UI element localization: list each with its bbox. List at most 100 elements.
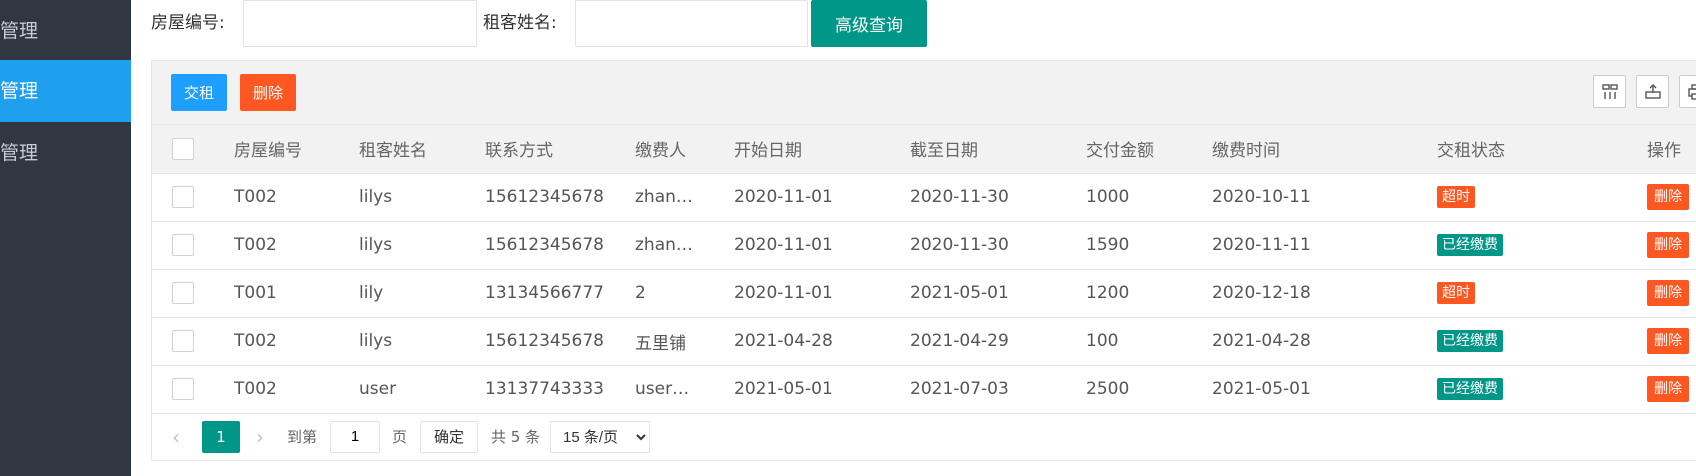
- goto-label: 到第: [287, 428, 318, 446]
- header-start-date[interactable]: 开始日期: [734, 125, 910, 174]
- sidebar-item-label: 息管理: [0, 80, 39, 102]
- delete-selected-button[interactable]: 删除: [240, 74, 296, 111]
- cell-contact: 15612345678: [485, 173, 635, 222]
- house-number-input[interactable]: [243, 0, 477, 47]
- cell-paid-time: 2020-11-11: [1212, 221, 1437, 270]
- row-delete-button[interactable]: 删除: [1647, 280, 1689, 306]
- header-paid-time[interactable]: 缴费时间: [1212, 125, 1437, 174]
- header-contact[interactable]: 联系方式: [485, 125, 635, 174]
- sidebar-item-2-active[interactable]: 息管理: [0, 60, 131, 122]
- row-delete-button[interactable]: 删除: [1647, 184, 1689, 210]
- row-checkbox[interactable]: [172, 186, 194, 208]
- sidebar-item-label: 息管理: [0, 142, 39, 164]
- cell-start-date: 2021-05-01: [734, 365, 910, 414]
- prev-page-icon[interactable]: ‹: [172, 421, 180, 453]
- cell-end-date: 2021-07-03: [910, 365, 1086, 414]
- sidebar-item-1[interactable]: 息管理: [0, 0, 131, 62]
- house-number-label: 房屋编号:: [151, 13, 225, 33]
- cell-payer: 2: [635, 269, 734, 318]
- print-icon[interactable]: [1679, 75, 1696, 108]
- cell-house-number: T002: [234, 221, 359, 270]
- cell-house-number: T002: [234, 365, 359, 414]
- columns-icon[interactable]: [1593, 75, 1626, 108]
- cell-payer: user'…: [635, 365, 734, 414]
- cell-paid-time: 2020-12-18: [1212, 269, 1437, 318]
- header-payer[interactable]: 缴费人: [635, 125, 734, 174]
- table-row[interactable]: T002 lilys 15612345678 zhan… 2020-11-01 2020-…: [152, 221, 1696, 270]
- cell-contact: 13137743333: [485, 365, 635, 414]
- row-delete-button[interactable]: 删除: [1647, 232, 1689, 258]
- next-page-icon[interactable]: ›: [256, 421, 264, 453]
- cell-amount: 100: [1086, 317, 1212, 366]
- table-row[interactable]: T002 user 13137743333 user'… 2021-05-01 2021-…: [152, 365, 1696, 414]
- cell-house-number: T002: [234, 173, 359, 222]
- cell-start-date: 2020-11-01: [734, 221, 910, 270]
- cell-start-date: 2021-04-28: [734, 317, 910, 366]
- sidebar-item-3[interactable]: 息管理: [0, 122, 131, 184]
- page-number-input[interactable]: [330, 421, 380, 453]
- total-count: 共 5 条: [491, 428, 541, 446]
- cell-contact: 15612345678: [485, 317, 635, 366]
- cell-end-date: 2020-11-30: [910, 173, 1086, 222]
- cell-actions: 删除: [1647, 317, 1696, 366]
- header-house-number[interactable]: 房屋编号: [234, 125, 359, 174]
- header-actions: 操作: [1647, 125, 1696, 174]
- export-icon[interactable]: [1636, 75, 1669, 108]
- header-status[interactable]: 交租状态: [1437, 125, 1647, 174]
- table-row[interactable]: T002 lilys 15612345678 五里铺 2021-04-28 2021-04…: [152, 317, 1696, 366]
- tenant-name-label: 租客姓名:: [483, 13, 557, 33]
- cell-amount: 1000: [1086, 173, 1212, 222]
- cell-tenant-name: lilys: [359, 173, 485, 222]
- payer-text: zhan…: [635, 235, 693, 255]
- payer-text: 五里铺: [635, 333, 686, 354]
- sidebar-item-label: 息管理: [0, 20, 39, 42]
- current-page[interactable]: 1: [202, 421, 240, 453]
- header-end-date[interactable]: 截至日期: [910, 125, 1086, 174]
- page-confirm-button[interactable]: 确定: [420, 421, 478, 453]
- table-panel: 交租 删除 房屋编号 租客姓名 联系方式 缴费人 开始日期 截至日期 交付金额 …: [151, 60, 1696, 461]
- select-all-cell: [152, 125, 234, 174]
- cell-tenant-name: lilys: [359, 221, 485, 270]
- rent-table: 房屋编号 租客姓名 联系方式 缴费人 开始日期 截至日期 交付金额 缴费时间 交…: [152, 125, 1696, 414]
- cell-payer: zhan…: [635, 173, 734, 222]
- advanced-search-button[interactable]: 高级查询: [811, 0, 927, 47]
- row-select-cell: [152, 365, 234, 414]
- table-row[interactable]: T002 lilys 15612345678 zhan… 2020-11-01 2020-…: [152, 173, 1696, 222]
- row-delete-button[interactable]: 删除: [1647, 376, 1689, 402]
- row-select-cell: [152, 221, 234, 270]
- cell-status: 已经缴费: [1437, 365, 1647, 414]
- status-badge: 超时: [1437, 186, 1475, 208]
- cell-tenant-name: user: [359, 365, 485, 414]
- cell-payer: 五里铺: [635, 317, 734, 366]
- row-checkbox[interactable]: [172, 378, 194, 400]
- cell-paid-time: 2021-05-01: [1212, 365, 1437, 414]
- cell-actions: 删除: [1647, 269, 1696, 318]
- row-checkbox[interactable]: [172, 234, 194, 256]
- table-toolbar: 交租 删除: [152, 61, 1696, 125]
- sidebar: 息管理 息管理 息管理: [0, 0, 131, 476]
- cell-status: 超时: [1437, 269, 1647, 318]
- row-select-cell: [152, 269, 234, 318]
- header-tenant-name[interactable]: 租客姓名: [359, 125, 485, 174]
- row-delete-button[interactable]: 删除: [1647, 328, 1689, 354]
- row-select-cell: [152, 317, 234, 366]
- tenant-name-input[interactable]: [575, 0, 808, 47]
- cell-contact: 13134566777: [485, 269, 635, 318]
- cell-tenant-name: lily: [359, 269, 485, 318]
- row-checkbox[interactable]: [172, 282, 194, 304]
- payer-text: user'…: [635, 379, 693, 399]
- cell-start-date: 2020-11-01: [734, 173, 910, 222]
- table-header-row: 房屋编号 租客姓名 联系方式 缴费人 开始日期 截至日期 交付金额 缴费时间 交…: [152, 125, 1696, 174]
- cell-amount: 1200: [1086, 269, 1212, 318]
- table-row[interactable]: T001 lily 13134566777 2 2020-11-01 2021-05-01…: [152, 269, 1696, 318]
- select-all-checkbox[interactable]: [172, 137, 194, 160]
- cell-actions: 删除: [1647, 173, 1696, 222]
- header-amount[interactable]: 交付金额: [1086, 125, 1212, 174]
- page-size-select[interactable]: 15 条/页: [550, 421, 650, 453]
- cell-paid-time: 2020-10-11: [1212, 173, 1437, 222]
- cell-end-date: 2021-05-01: [910, 269, 1086, 318]
- row-checkbox[interactable]: [172, 330, 194, 352]
- cell-house-number: T001: [234, 269, 359, 318]
- pay-rent-button[interactable]: 交租: [171, 74, 227, 111]
- payer-text: zhan…: [635, 187, 693, 207]
